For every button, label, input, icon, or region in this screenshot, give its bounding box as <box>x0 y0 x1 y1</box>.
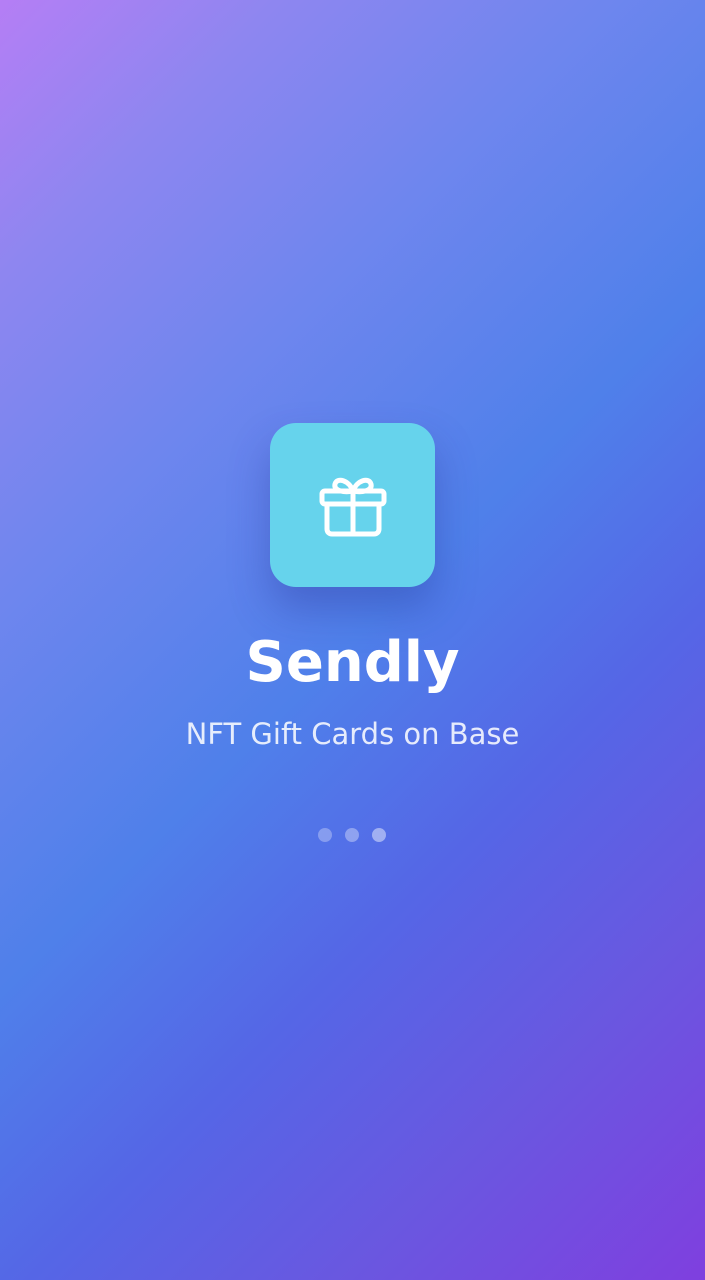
loading-dot <box>345 828 359 842</box>
app-tagline: NFT Gift Cards on Base <box>185 717 520 751</box>
app-name: Sendly <box>245 630 460 695</box>
loading-dot <box>318 828 332 842</box>
loading-indicator <box>318 828 388 843</box>
gift-icon <box>318 470 388 540</box>
loading-dot <box>372 828 386 842</box>
app-icon <box>270 423 435 587</box>
splash-screen: Sendly NFT Gift Cards on Base <box>0 0 705 1280</box>
